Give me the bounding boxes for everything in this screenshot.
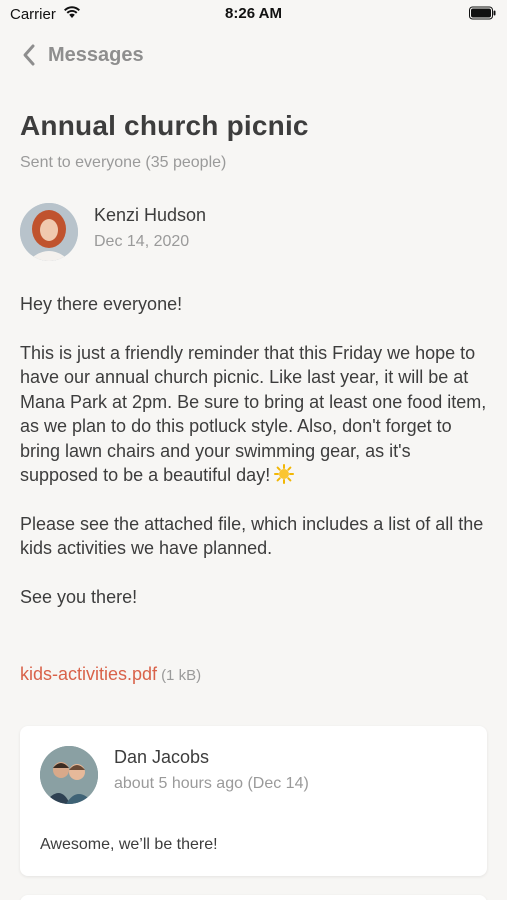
message-paragraph: Hey there everyone! <box>20 294 183 314</box>
author-name[interactable]: Kenzi Hudson <box>94 205 206 226</box>
reply-time: about 5 hours ago (Dec 14) <box>114 775 309 792</box>
reply-card: Dan Jacobs about 5 hours ago (Dec 14) Aw… <box>20 726 487 876</box>
battery-icon <box>469 6 496 20</box>
reply-author-name[interactable]: Dan Jacobs <box>114 747 209 768</box>
recipients-label: Sent to everyone (35 people) <box>20 154 227 171</box>
message-paragraph: See you there! <box>20 586 138 607</box>
message-title: Annual church picnic <box>20 110 309 141</box>
message-paragraph-text: This is just a friendly reminder that th… <box>20 342 487 486</box>
reply-avatar-photo <box>40 746 98 804</box>
back-button[interactable]: Messages <box>20 40 144 70</box>
reply-card-partial <box>20 895 487 900</box>
attachment-link[interactable]: kids-activities.pdf <box>20 664 157 684</box>
status-bar: Carrier 8:26 AM <box>0 0 507 28</box>
message-detail-screen: Carrier 8:26 AM Messages Annual church p… <box>0 0 507 900</box>
reply-avatar[interactable] <box>40 746 98 804</box>
message-body: Hey there everyone! This is just a frien… <box>20 292 490 633</box>
author-avatar-photo <box>20 203 78 261</box>
sun-icon <box>274 464 295 484</box>
reply-text: Awesome, we’ll be there! <box>40 836 218 853</box>
back-button-label: Messages <box>48 43 144 66</box>
author-avatar[interactable] <box>20 203 78 261</box>
message-date: Dec 14, 2020 <box>94 233 190 250</box>
message-paragraph: This is just a friendly reminder that th… <box>20 341 490 488</box>
message-paragraph: Please see the attached file, which incl… <box>20 513 484 559</box>
attachment-size: (1 kB) <box>161 667 202 684</box>
attachment: kids-activities.pdf (1 kB) <box>20 664 201 685</box>
status-time: 8:26 AM <box>225 5 282 22</box>
chevron-left-icon <box>23 44 35 66</box>
